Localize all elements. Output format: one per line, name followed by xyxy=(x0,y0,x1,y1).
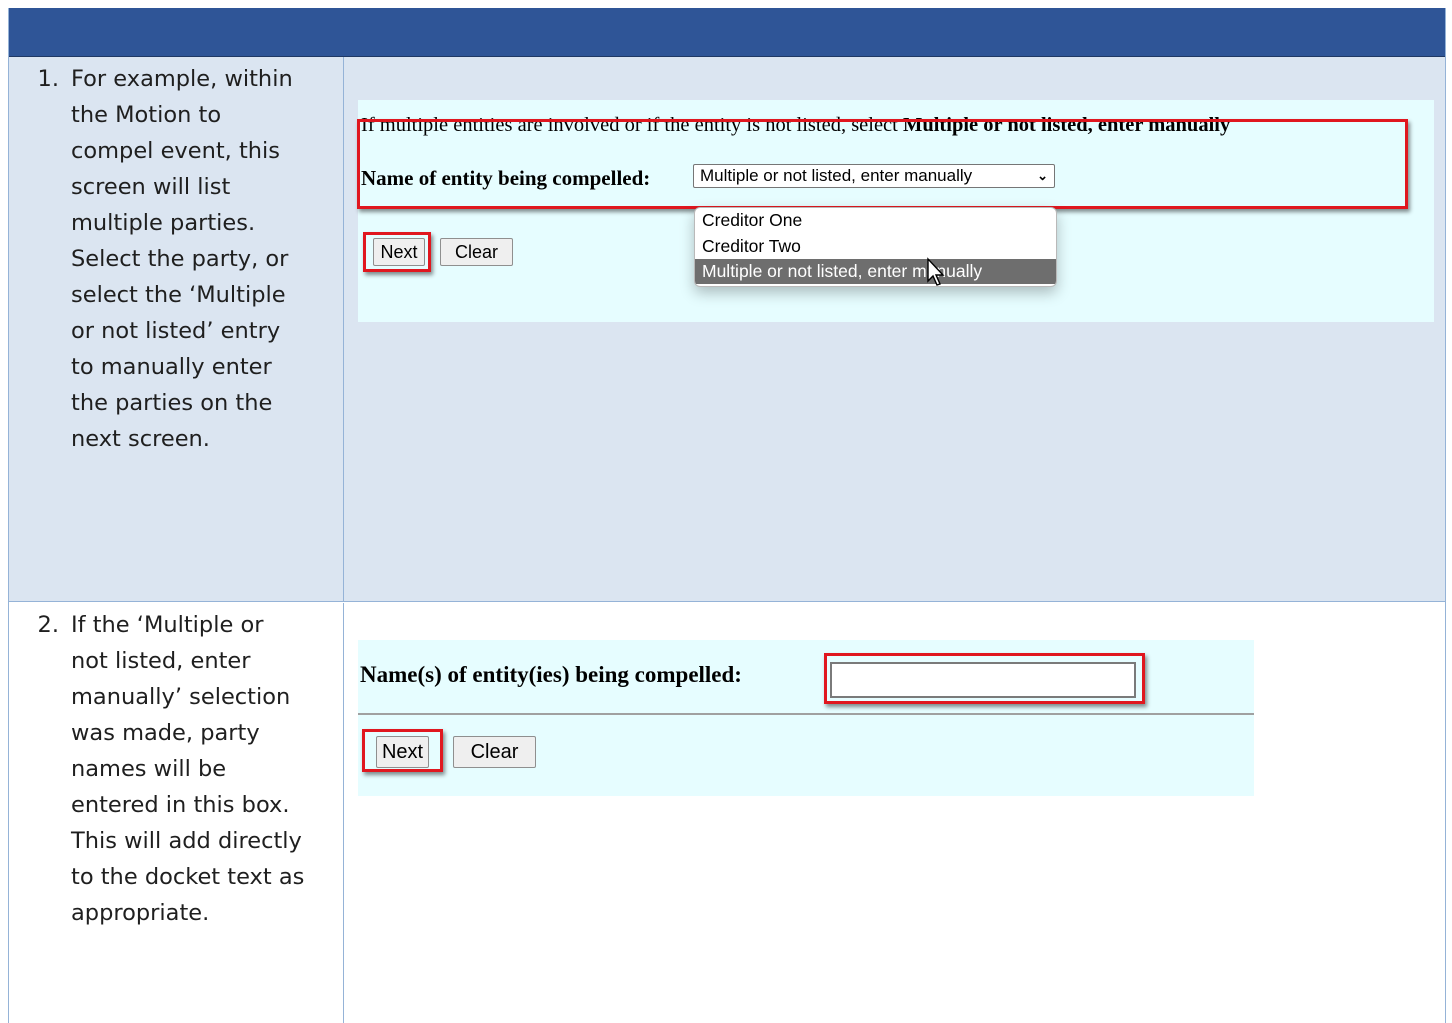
highlight-box-next xyxy=(363,232,431,272)
step-row-1: 1. For example, within the Motion to com… xyxy=(9,57,1445,602)
step-text: 1. For example, within the Motion to com… xyxy=(38,61,305,457)
step-number: 1. xyxy=(37,66,59,92)
highlight-box-next xyxy=(362,729,443,772)
step-body: If the ‘Multiple or not listed, enter ma… xyxy=(71,612,305,926)
entities-field-label: Name(s) of entity(ies) being compelled: xyxy=(360,662,742,687)
dropdown-option-creditor-one[interactable]: Creditor One xyxy=(695,208,1056,233)
instruction-table: 1. For example, within the Motion to com… xyxy=(8,8,1446,1023)
highlight-box-instruction xyxy=(357,119,1408,209)
form-divider xyxy=(358,713,1254,715)
step-description-cell: 1. For example, within the Motion to com… xyxy=(9,57,344,601)
step-screenshot-cell: If multiple entities are involved or if … xyxy=(344,57,1445,601)
table-header-bar xyxy=(9,8,1445,57)
clear-button[interactable]: Clear xyxy=(440,238,513,266)
step-body: For example, within the Motion to compel… xyxy=(71,66,293,452)
dropdown-option-multiple[interactable]: Multiple or not listed, enter manually xyxy=(695,259,1056,284)
entity-selection-screen: If multiple entities are involved or if … xyxy=(357,100,1434,322)
step-text: 2. If the ‘Multiple or not listed, enter… xyxy=(38,607,305,931)
clear-button[interactable]: Clear xyxy=(453,736,536,768)
highlight-box-input xyxy=(824,653,1145,704)
mouse-pointer-icon xyxy=(927,257,945,286)
dropdown-option-creditor-two[interactable]: Creditor Two xyxy=(695,234,1056,259)
manual-entity-entry-screen: Name(s) of entity(ies) being compelled: … xyxy=(358,640,1254,796)
entity-dropdown-list[interactable]: Creditor One Creditor Two Multiple or no… xyxy=(694,207,1057,287)
step-description-cell: 2. If the ‘Multiple or not listed, enter… xyxy=(9,603,344,1023)
step-row-2: 2. If the ‘Multiple or not listed, enter… xyxy=(9,603,1445,1023)
step-number: 2. xyxy=(37,612,59,638)
step-screenshot-cell: Name(s) of entity(ies) being compelled: … xyxy=(344,603,1445,1023)
